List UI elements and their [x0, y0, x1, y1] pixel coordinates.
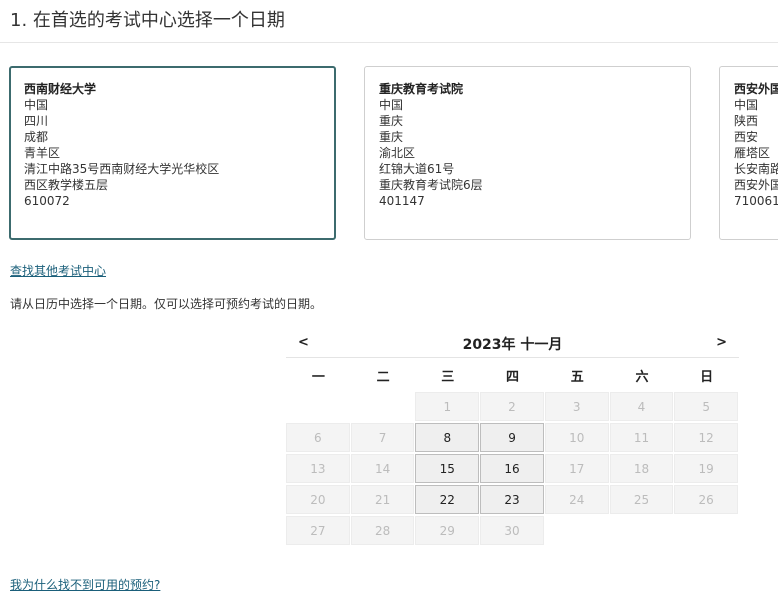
weekday-label: 二: [376, 369, 390, 385]
calendar-day-available[interactable]: 16: [480, 454, 544, 483]
section-title: 1. 在首选的考试中心选择一个日期: [10, 10, 285, 31]
center-name: 西南财经大学: [24, 82, 97, 96]
center-name: 重庆教育考试院: [379, 82, 464, 96]
test-center-card-1[interactable]: 西南财经大学 中国 四川 成都 青羊区 清江中路35号西南财经大学光华校区 西区…: [9, 66, 336, 240]
calendar-empty-cell: [545, 516, 609, 545]
calendar-day-disabled: 19: [674, 454, 739, 483]
calendar-day-disabled: 2: [480, 392, 544, 421]
calendar-day-disabled: 29: [415, 516, 480, 545]
test-center-card-2[interactable]: 重庆教育考试院 中国 重庆 重庆 渝北区 红锦大道61号 重庆教育考试院6层 4…: [364, 66, 691, 240]
center-street: 长安南路: [734, 162, 778, 176]
center-country: 中国: [379, 98, 404, 112]
calendar-header: < 2023年 十一月 >: [286, 330, 739, 358]
calendar-day-disabled: 4: [609, 392, 674, 421]
weekday-label: 五: [570, 369, 584, 385]
center-country: 中国: [24, 98, 49, 112]
calendar-day-disabled: 3: [544, 392, 609, 421]
calendar-day-disabled: 24: [544, 485, 609, 514]
calendar-day-available[interactable]: 8: [415, 423, 480, 452]
calendar-day-disabled: 27: [286, 516, 350, 545]
center-city: 重庆: [379, 130, 404, 144]
center-street: 红锦大道61号: [379, 162, 455, 176]
calendar-grid: 1 2 3 4 5 6 7 8 9 10 11 12 13 14 15 16 17 18 19 20 21 22 23 24 2…: [286, 392, 739, 546]
calendar-week-row: 27 28 29 30: [286, 516, 739, 546]
calendar-empty-cell: [286, 392, 350, 421]
center-district: 青羊区: [24, 146, 61, 160]
center-district: 雁塔区: [734, 146, 771, 160]
find-other-centers-link[interactable]: 查找其他考试中心: [10, 262, 106, 279]
center-street: 清江中路35号西南财经大学光华校区: [24, 162, 220, 176]
calendar-day-disabled: 21: [350, 485, 415, 514]
calendar-month-title: 2023年 十一月: [462, 337, 563, 353]
test-center-card-3[interactable]: 西安外国 中国 陕西 西安 雁塔区 长安南路 西安外国 710061: [719, 66, 778, 240]
center-district: 渝北区: [379, 146, 416, 160]
calendar-day-disabled: 10: [544, 423, 609, 452]
weekday-label: 一: [311, 369, 325, 385]
center-building: 西区教学楼五层: [24, 178, 109, 192]
why-no-appointments-link[interactable]: 我为什么找不到可用的预约?: [10, 576, 160, 593]
center-postcode: 401147: [379, 194, 425, 208]
calendar-empty-cell: [610, 516, 674, 545]
calendar-day-disabled: 12: [674, 423, 739, 452]
calendar-day-disabled: 30: [480, 516, 544, 545]
calendar-week-row: 13 14 15 16 17 18 19: [286, 454, 739, 484]
calendar-empty-cell: [351, 392, 415, 421]
calendar-week-row: 12345: [286, 392, 739, 422]
center-province: 陕西: [734, 114, 759, 128]
calendar: < 2023年 十一月 > 一 二 三 四 五 六 日 1 2 3 4 5 6 7 8 9 10 1…: [286, 330, 739, 547]
calendar-instruction: 请从日历中选择一个日期。仅可以选择可预约考试的日期。: [10, 297, 323, 311]
center-province: 四川: [24, 114, 49, 128]
next-month-button[interactable]: >: [716, 335, 727, 350]
weekday-label: 三: [441, 369, 455, 385]
center-building: 西安外国: [734, 178, 778, 192]
calendar-day-disabled: 6: [286, 423, 350, 452]
center-province: 重庆: [379, 114, 404, 128]
calendar-day-disabled: 5: [674, 392, 738, 421]
center-city: 成都: [24, 130, 49, 144]
calendar-day-disabled: 11: [609, 423, 674, 452]
weekday-label: 四: [506, 369, 520, 385]
calendar-day-disabled: 18: [609, 454, 674, 483]
calendar-day-available[interactable]: 23: [480, 485, 544, 514]
weekday-label: 六: [635, 369, 649, 385]
center-postcode: 710061: [734, 194, 778, 208]
calendar-day-available[interactable]: 15: [415, 454, 480, 483]
calendar-day-disabled: 28: [350, 516, 415, 545]
calendar-day-disabled: 20: [286, 485, 350, 514]
center-name: 西安外国: [734, 82, 778, 96]
calendar-week-row: 6 7 8 9 10 11 12: [286, 423, 739, 453]
center-city: 西安: [734, 130, 759, 144]
center-postcode: 610072: [24, 194, 70, 208]
calendar-day-disabled: 26: [674, 485, 739, 514]
center-country: 中国: [734, 98, 759, 112]
calendar-day-disabled: 7: [350, 423, 415, 452]
calendar-day-disabled: 17: [544, 454, 609, 483]
center-building: 重庆教育考试院6层: [379, 178, 483, 192]
calendar-day-disabled: 13: [286, 454, 350, 483]
calendar-day-disabled: 25: [609, 485, 674, 514]
calendar-empty-cell: [674, 516, 738, 545]
weekday-header-row: 一 二 三 四 五 六 日: [286, 358, 739, 392]
calendar-day-available[interactable]: 22: [415, 485, 480, 514]
calendar-day-disabled: 1: [415, 392, 480, 421]
calendar-week-row: 20 21 22 23 24 25 26: [286, 485, 739, 515]
header-divider: [0, 42, 778, 43]
calendar-day-disabled: 14: [350, 454, 415, 483]
calendar-day-available[interactable]: 9: [480, 423, 544, 452]
weekday-label: 日: [700, 369, 714, 385]
